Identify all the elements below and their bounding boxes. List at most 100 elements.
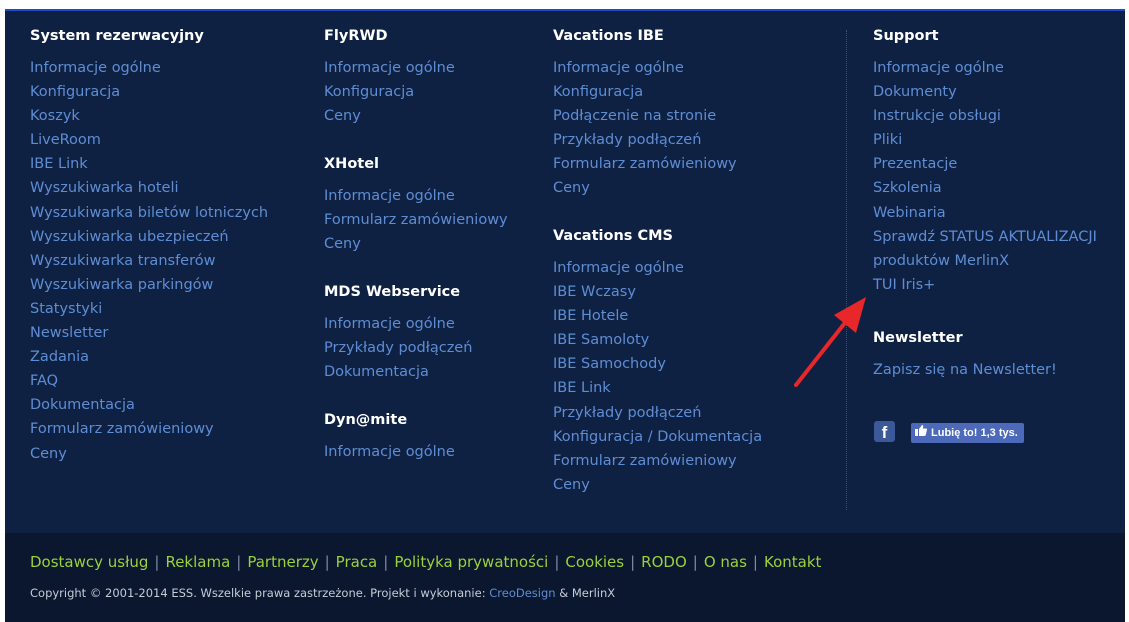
footer-link[interactable]: Informacje ogólne: [30, 56, 268, 80]
footer-link[interactable]: Newsletter: [30, 321, 268, 345]
footer-section: System rezerwacyjny Informacje ogólne Konf…: [30, 26, 268, 466]
footer-link[interactable]: produktów MerlinX: [873, 249, 1097, 273]
column-divider: [846, 30, 847, 510]
section-heading: Support: [873, 28, 939, 44]
footer-link[interactable]: Zapisz się na Newsletter!: [873, 358, 1057, 382]
footer-link[interactable]: Szkolenia: [873, 176, 1097, 200]
footer-link[interactable]: IBE Hotele: [553, 304, 762, 328]
footer-nav-link[interactable]: Cookies: [565, 553, 624, 571]
footer-link[interactable]: Formularz zamówieniowy: [553, 449, 762, 473]
separator: |: [324, 553, 330, 571]
footer-link[interactable]: Informacje ogólne: [553, 56, 737, 80]
footer-section: XHotel Informacje ogólne Formularz zamówie…: [324, 154, 508, 256]
footer-section: Newsletter Zapisz się na Newsletter!: [873, 328, 1057, 382]
footer-link[interactable]: Konfiguracja / Dokumentacja: [553, 425, 762, 449]
footer-link[interactable]: IBE Samoloty: [553, 328, 762, 352]
copyright: Copyright © 2001-2014 ESS. Wszelkie praw…: [30, 585, 615, 601]
footer-link[interactable]: Wyszukiwarka ubezpieczeń: [30, 225, 268, 249]
footer-link[interactable]: Informacje ogólne: [324, 440, 455, 464]
footer-section: Vacations IBE Informacje ogólne Konfigurac…: [553, 26, 737, 201]
footer-link[interactable]: Formularz zamówieniowy: [553, 152, 737, 176]
footer-section: Support Informacje ogólne Dokumenty Instruk…: [873, 26, 1097, 297]
footer-link[interactable]: Informacje ogólne: [324, 56, 455, 80]
footer-link[interactable]: Informacje ogólne: [873, 56, 1097, 80]
footer-link[interactable]: Wyszukiwarka biletów lotniczych: [30, 201, 268, 225]
section-heading: Vacations IBE: [553, 28, 664, 44]
footer-nav-link[interactable]: Reklama: [165, 553, 230, 571]
footer-link[interactable]: Informacje ogólne: [324, 312, 472, 336]
footer-link[interactable]: Podłączenie na stronie: [553, 104, 737, 128]
footer-link[interactable]: Przykłady podłączeń: [324, 336, 472, 360]
footer-link[interactable]: Przykłady podłączeń: [553, 401, 762, 425]
footer-link[interactable]: Formularz zamówieniowy: [324, 208, 508, 232]
footer-link[interactable]: Wyszukiwarka parkingów: [30, 273, 268, 297]
footer-link[interactable]: Koszyk: [30, 104, 268, 128]
footer-nav-link[interactable]: Kontakt: [764, 553, 821, 571]
creodesign-link[interactable]: CreoDesign: [489, 586, 555, 600]
like-label: Lubię to! 1,3 tys.: [931, 427, 1018, 439]
footer-link[interactable]: Ceny: [324, 232, 508, 256]
copyright-text: Copyright © 2001-2014 ESS. Wszelkie praw…: [30, 586, 490, 600]
footer-link[interactable]: IBE Link: [30, 152, 268, 176]
separator: |: [236, 553, 242, 571]
footer-section: FlyRWD Informacje ogólne Konfiguracja Ceny: [324, 26, 455, 128]
section-heading: FlyRWD: [324, 28, 388, 44]
section-heading: Dyn@mite: [324, 412, 408, 428]
footer-link[interactable]: Ceny: [30, 442, 268, 466]
footer-nav-link[interactable]: Partnerzy: [247, 553, 318, 571]
section-heading: Vacations CMS: [553, 228, 673, 244]
footer-link[interactable]: Dokumenty: [873, 80, 1097, 104]
footer-link[interactable]: Zadania: [30, 345, 268, 369]
footer-link[interactable]: Webinaria: [873, 201, 1097, 225]
footer-link[interactable]: Konfiguracja: [30, 80, 268, 104]
footer-link[interactable]: Informacje ogólne: [553, 256, 762, 280]
footer-link[interactable]: Ceny: [553, 176, 737, 200]
footer-link[interactable]: TUI Iris+: [873, 273, 1097, 297]
thumbs-up-icon: [915, 423, 928, 443]
footer-link[interactable]: Instrukcje obsługi: [873, 104, 1097, 128]
section-heading: MDS Webservice: [324, 284, 461, 300]
section-heading: XHotel: [324, 156, 380, 172]
footer-link[interactable]: Ceny: [324, 104, 455, 128]
footer-link[interactable]: Prezentacje: [873, 152, 1097, 176]
footer-link[interactable]: Ceny: [553, 473, 762, 497]
separator: |: [692, 553, 698, 571]
footer-link[interactable]: Informacje ogólne: [324, 184, 508, 208]
footer-link[interactable]: Dokumentacja: [324, 360, 472, 384]
footer-link[interactable]: Konfiguracja: [553, 80, 737, 104]
facebook-icon[interactable]: f: [874, 421, 895, 442]
copyright-amp: &: [555, 586, 572, 600]
separator: |: [383, 553, 389, 571]
footer-link[interactable]: LiveRoom: [30, 128, 268, 152]
footer-link[interactable]: IBE Samochody: [553, 352, 762, 376]
footer-nav-link[interactable]: Praca: [336, 553, 378, 571]
footer-nav-link[interactable]: O nas: [704, 553, 747, 571]
separator: |: [630, 553, 636, 571]
footer-section: Vacations CMS Informacje ogólne IBE Wczasy…: [553, 226, 762, 497]
footer-section: MDS Webservice Informacje ogólne Przykłady…: [324, 282, 472, 384]
separator: |: [752, 553, 758, 571]
footer-link[interactable]: Dokumentacja: [30, 393, 268, 417]
footer-bottom-bar: [5, 533, 1125, 622]
section-heading: Newsletter: [873, 330, 963, 346]
footer-link[interactable]: IBE Wczasy: [553, 280, 762, 304]
footer-nav: Dostawcy usług | Reklama | Partnerzy | Praca | P…: [30, 552, 821, 572]
footer-nav-link[interactable]: RODO: [641, 553, 687, 571]
footer-nav-link[interactable]: Polityka prywatności: [394, 553, 548, 571]
footer-link[interactable]: FAQ: [30, 369, 268, 393]
section-heading: System rezerwacyjny: [30, 28, 204, 44]
facebook-like-button[interactable]: Lubię to! 1,3 tys.: [911, 423, 1024, 443]
footer-link[interactable]: Pliki: [873, 128, 1097, 152]
red-arrow-annotation: [794, 297, 866, 387]
separator: |: [154, 553, 160, 571]
footer-link[interactable]: Przykłady podłączeń: [553, 128, 737, 152]
footer-link[interactable]: Statystyki: [30, 297, 268, 321]
footer-link[interactable]: IBE Link: [553, 376, 762, 400]
footer-link[interactable]: Konfiguracja: [324, 80, 455, 104]
footer-link[interactable]: Wyszukiwarka hoteli: [30, 176, 268, 200]
footer-nav-link[interactable]: Dostawcy usług: [30, 553, 148, 571]
footer-link[interactable]: Sprawdź STATUS AKTUALIZACJI: [873, 225, 1097, 249]
merlinx-text: MerlinX: [571, 586, 616, 600]
footer-link[interactable]: Wyszukiwarka transferów: [30, 249, 268, 273]
footer-link[interactable]: Formularz zamówieniowy: [30, 417, 268, 441]
